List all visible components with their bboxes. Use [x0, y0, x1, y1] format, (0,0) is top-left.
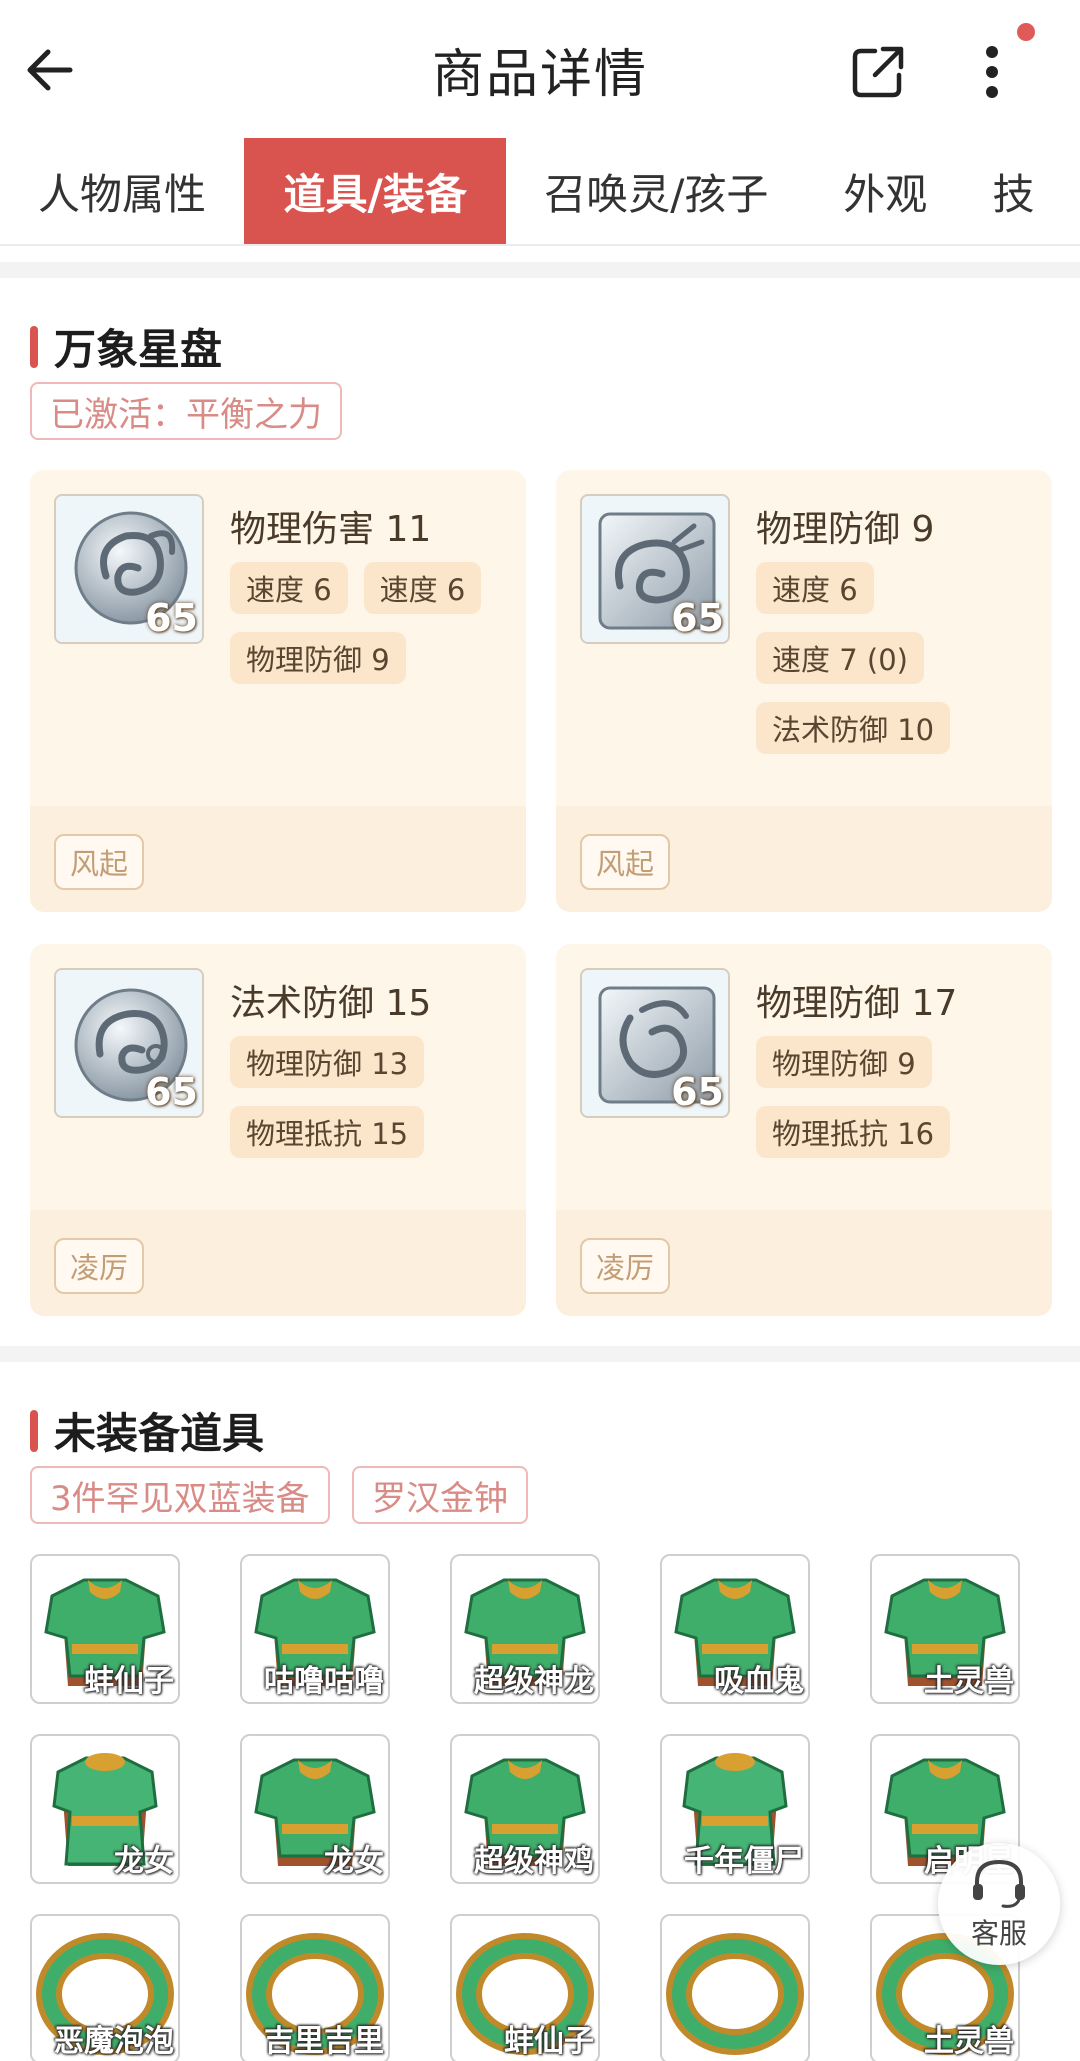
item-label: 咕噜咕噜	[264, 1664, 384, 1699]
item-slot[interactable]: 龙女	[30, 1734, 180, 1884]
share-button[interactable]	[846, 40, 910, 104]
item-label: 超级神鸡	[474, 1844, 594, 1879]
level-number: 65	[145, 1070, 198, 1114]
section-divider	[0, 262, 1080, 278]
sub-attribute-chip: 物理防御 9	[756, 1036, 932, 1088]
section-divider	[0, 1346, 1080, 1362]
tab-character-attributes[interactable]: 人物属性	[0, 138, 244, 244]
main-attribute: 法术防御 15	[230, 983, 432, 1024]
top-bar: 商品详情	[0, 0, 1080, 138]
sub-attribute-chip: 法术防御 10	[756, 702, 951, 754]
item-label: 千年僵尸	[684, 1844, 804, 1879]
tab-skills[interactable]: 技	[964, 138, 1080, 244]
share-external-icon	[852, 46, 904, 98]
notification-dot	[1017, 23, 1035, 41]
item-label: 土灵兽	[924, 2024, 1014, 2059]
item-label: 吉里吉里	[264, 2024, 384, 2059]
sub-attributes: 速度 6 速度 7 (0) 法术防御 10	[756, 562, 1046, 754]
category-tabs: 人物属性 道具/装备 召唤灵/孩子 外观 技	[0, 138, 1080, 246]
headset-icon	[973, 1859, 1025, 1908]
sub-attribute-chip: 速度 6	[230, 562, 348, 614]
level-number: 65	[671, 1070, 724, 1114]
customer-service-label: 客服	[970, 1917, 1027, 1950]
heading-accent-bar	[30, 1409, 38, 1452]
item-slot[interactable]: 恶魔泡泡	[30, 1914, 180, 2061]
item-slot[interactable]: 土灵兽	[870, 1554, 1020, 1704]
sub-attribute-chip: 物理防御 13	[230, 1036, 425, 1088]
tab-summons-children[interactable]: 召唤灵/孩子	[506, 138, 806, 244]
item-slot[interactable]: 超级神鸡	[450, 1734, 600, 1884]
customer-service-button[interactable]: 客服	[938, 1843, 1060, 1965]
item-slot[interactable]: 蚌仙子	[450, 1914, 600, 2061]
jade-ring-icon	[666, 1933, 804, 2055]
star-disc-card[interactable]: 65 法术防御 15 物理防御 13 物理抵抗 15 凌厉	[30, 944, 526, 1316]
item-slot[interactable]: 千年僵尸	[660, 1734, 810, 1884]
item-label: 恶魔泡泡	[54, 2024, 174, 2059]
star-disc-card[interactable]: 65 物理伤害 11 速度 6 速度 6 物理防御 9 风起	[30, 470, 526, 912]
item-label: 龙女	[114, 1844, 174, 1879]
tab-items-equipment[interactable]: 道具/装备	[243, 138, 507, 244]
item-slot[interactable]: 蚌仙子	[30, 1554, 180, 1704]
level-number: 65	[671, 596, 724, 640]
main-attribute: 物理伤害 11	[230, 509, 432, 550]
sub-attribute-chip: 物理防御 9	[230, 632, 406, 684]
suit-tag: 风起	[54, 834, 145, 890]
item-label: 吸血鬼	[714, 1664, 804, 1699]
sub-attribute-chip: 物理抵抗 15	[230, 1106, 425, 1158]
item-slot[interactable]: 吉里吉里	[240, 1914, 390, 2061]
more-vertical-icon	[986, 46, 998, 98]
item-label: 龙女	[324, 1844, 384, 1879]
item-label: 蚌仙子	[504, 2024, 594, 2059]
tab-appearance[interactable]: 外观	[806, 138, 964, 244]
heading-accent-bar	[30, 325, 38, 368]
silver-ox-emblem-icon: 65	[54, 968, 204, 1118]
item-label: 蚌仙子	[84, 1664, 174, 1699]
feature-tag: 罗汉金钟	[352, 1466, 528, 1524]
sub-attributes: 物理防御 9 物理抵抗 16	[756, 1036, 1046, 1158]
star-disc-title: 万象星盘	[54, 325, 223, 374]
feature-tag: 3件罕见双蓝装备	[30, 1466, 330, 1524]
page-title: 商品详情	[431, 45, 648, 105]
star-disc-heading: 万象星盘	[30, 316, 222, 377]
sub-attribute-chip: 物理抵抗 16	[756, 1106, 951, 1158]
item-label: 土灵兽	[924, 1664, 1014, 1699]
unequipped-title: 未装备道具	[54, 1409, 265, 1458]
main-attribute: 物理防御 17	[756, 983, 958, 1024]
sub-attribute-chip: 速度 7 (0)	[756, 632, 924, 684]
suit-tag: 风起	[580, 834, 671, 890]
item-slot[interactable]: 超级神龙	[450, 1554, 600, 1704]
item-slot[interactable]: 咕噜咕噜	[240, 1554, 390, 1704]
item-slot[interactable]: 龙女	[240, 1734, 390, 1884]
more-options-button[interactable]	[960, 40, 1024, 104]
sub-attribute-chip: 速度 6	[756, 562, 874, 614]
suit-tag: 凌厉	[54, 1238, 145, 1294]
silver-dragon-emblem-icon: 65	[580, 494, 730, 644]
star-disc-card[interactable]: 65 物理防御 17 物理防御 9 物理抵抗 16 凌厉	[556, 944, 1052, 1316]
silver-goat-emblem-icon: 65	[580, 968, 730, 1118]
silver-ram-emblem-icon: 65	[54, 494, 204, 644]
sub-attributes: 物理防御 13 物理抵抗 15	[230, 1036, 520, 1158]
sub-attributes: 速度 6 速度 6 物理防御 9	[230, 562, 520, 684]
item-label: 超级神龙	[474, 1664, 594, 1699]
activated-set-tag: 已激活：平衡之力	[30, 382, 342, 440]
item-slot[interactable]: 吸血鬼	[660, 1554, 810, 1704]
item-slot[interactable]	[660, 1914, 810, 2061]
level-number: 65	[145, 596, 198, 640]
star-disc-card[interactable]: 65 物理防御 9 速度 6 速度 7 (0) 法术防御 10 风起	[556, 470, 1052, 912]
suit-tag: 凌厉	[580, 1238, 671, 1294]
unequipped-heading: 未装备道具	[30, 1400, 264, 1461]
main-attribute: 物理防御 9	[756, 509, 935, 550]
sub-attribute-chip: 速度 6	[363, 562, 482, 614]
